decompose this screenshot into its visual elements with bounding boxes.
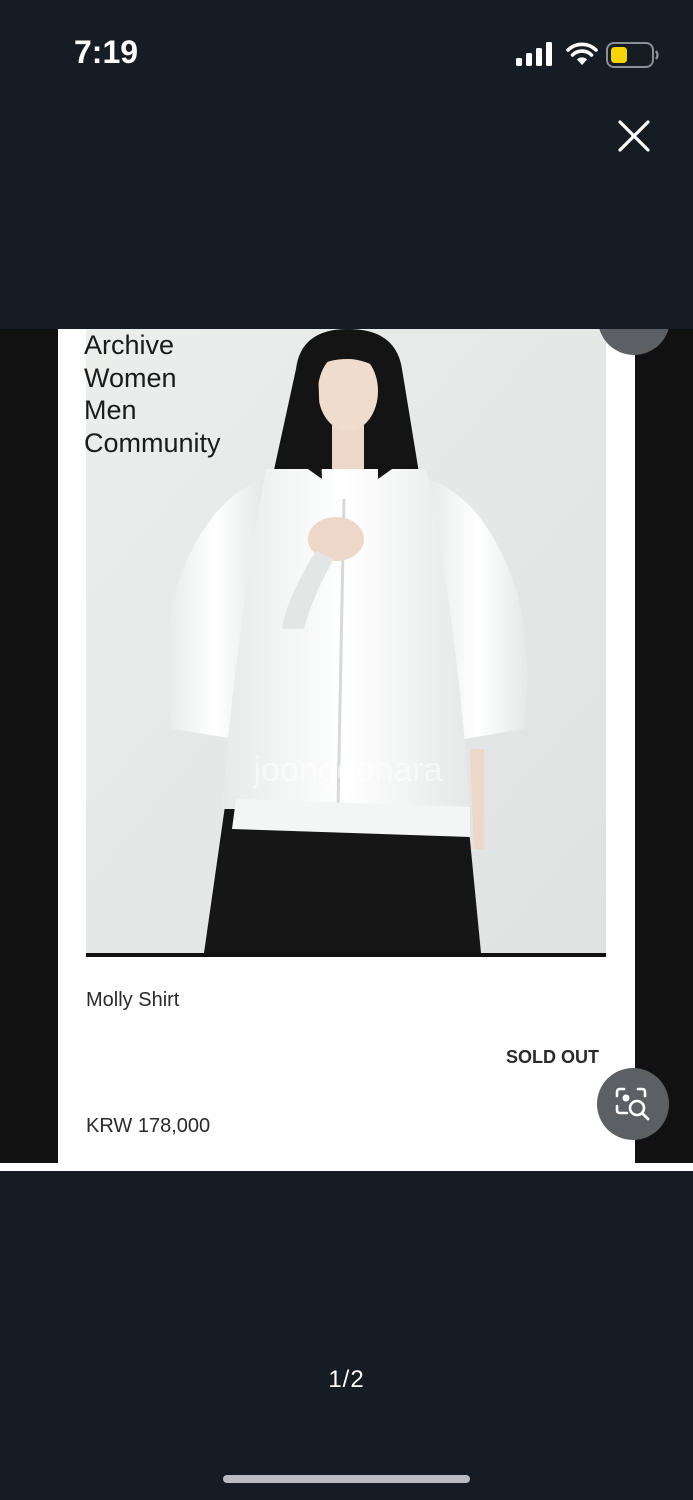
nav-link-community: Community (84, 427, 221, 458)
product-name: Molly Shirt (86, 989, 180, 1011)
nav-link-archive: Archive (84, 330, 175, 360)
wifi-icon (566, 42, 598, 65)
battery-low-icon (606, 42, 659, 68)
close-icon (618, 120, 650, 152)
status-bar: 7:19 (0, 0, 693, 110)
home-indicator[interactable] (223, 1475, 470, 1483)
site-nav: Archive Women Men Community (84, 329, 221, 459)
photo-underline (86, 953, 606, 957)
nav-link-women: Women (84, 362, 177, 393)
image-viewer[interactable]: Archive Women Men Community joonggonara … (0, 329, 693, 1171)
close-button[interactable] (610, 112, 658, 160)
product-price: KRW 178,000 (86, 1115, 211, 1137)
nav-link-men: Men (84, 395, 137, 425)
cellular-signal-icon (516, 42, 552, 66)
visual-search-icon (615, 1087, 650, 1121)
viewer-bottom-edge (0, 1163, 693, 1171)
visual-search-button[interactable] (597, 1068, 669, 1140)
sold-out-badge: SOLD OUT (506, 1047, 599, 1067)
watermark-text: joonggonara (252, 751, 442, 789)
product-screenshot: Archive Women Men Community joonggonara … (58, 329, 635, 1163)
page-indicator: 1/2 (328, 1366, 365, 1393)
status-time: 7:19 (74, 34, 139, 70)
